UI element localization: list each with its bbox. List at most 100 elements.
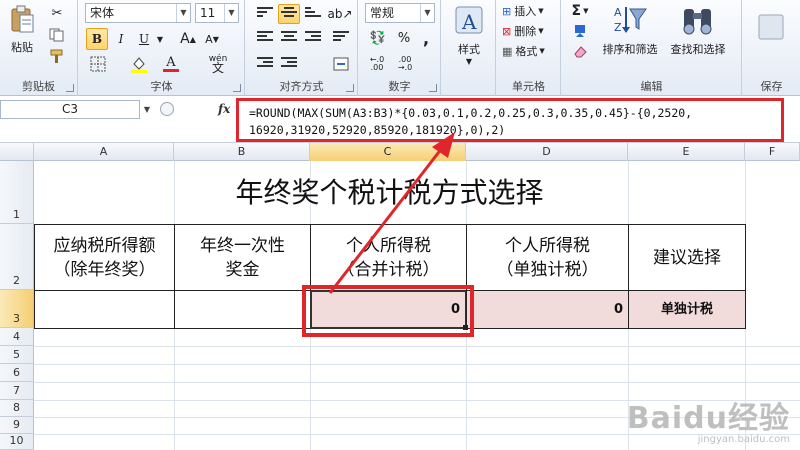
- decrease-indent-icon[interactable]: [254, 54, 276, 74]
- increase-decimal-icon[interactable]: ←.0.00: [365, 54, 389, 74]
- autosum-button[interactable]: Σ ▼: [566, 2, 594, 20]
- borders-icon[interactable]: [86, 54, 110, 74]
- currency-icon[interactable]: 💱: [365, 28, 391, 48]
- align-right-icon[interactable]: [302, 28, 324, 48]
- number-format-select[interactable]: 常规 ▼: [365, 3, 435, 23]
- svg-text:A: A: [461, 10, 477, 34]
- row-header-10[interactable]: 10: [0, 434, 34, 450]
- number-group-label: 数字: [388, 80, 411, 93]
- orientation-icon[interactable]: ab↗: [327, 4, 352, 24]
- alignment-launcher-icon[interactable]: [346, 84, 354, 92]
- cell-e3[interactable]: 单独计税: [628, 290, 746, 329]
- column-header-d[interactable]: D: [466, 143, 628, 161]
- decrease-decimal-icon[interactable]: .00 →.0: [393, 54, 417, 74]
- format-button[interactable]: ▦ 格式 ▼: [501, 42, 557, 60]
- align-middle-icon[interactable]: [278, 4, 300, 24]
- font-name-select[interactable]: 宋体 ▼: [85, 3, 191, 23]
- increase-indent-icon[interactable]: [278, 54, 300, 74]
- shrink-font-button[interactable]: A ▼: [201, 28, 223, 50]
- merge-cells-icon[interactable]: [330, 54, 352, 74]
- column-header-a[interactable]: A: [34, 143, 174, 161]
- row-header-2[interactable]: 2: [0, 224, 34, 290]
- chevron-down-icon: ▼: [224, 4, 238, 22]
- clear-icon[interactable]: [566, 42, 594, 60]
- row-header-3[interactable]: 3: [0, 290, 34, 328]
- copy-icon[interactable]: [46, 26, 68, 44]
- font-launcher-icon[interactable]: [233, 84, 241, 92]
- font-size-select[interactable]: 11 ▼: [195, 3, 239, 23]
- gridline: [34, 382, 800, 383]
- row-header-1[interactable]: 1: [0, 161, 34, 224]
- number-launcher-icon[interactable]: [429, 84, 437, 92]
- sort-filter-button[interactable]: A Z 排序和筛选: [598, 2, 662, 78]
- chevron-down-icon: ▼: [465, 57, 473, 66]
- find-select-label: 查找和选择: [670, 43, 726, 56]
- bold-button[interactable]: B: [86, 28, 108, 50]
- chevron-down-icon[interactable]: ▼: [140, 100, 154, 119]
- name-box[interactable]: C3: [0, 100, 140, 119]
- save-icon[interactable]: [751, 2, 791, 52]
- insert-button[interactable]: ⊞ 插入 ▼: [501, 2, 557, 20]
- align-center-icon[interactable]: [278, 28, 300, 48]
- chevron-down-icon[interactable]: ▼: [155, 28, 165, 50]
- grow-font-label: A: [180, 31, 190, 47]
- svg-text:A: A: [614, 6, 622, 19]
- expand-formula-icon[interactable]: [160, 102, 174, 116]
- row-header-7[interactable]: 7: [0, 382, 34, 400]
- number-format-value: 常规: [370, 6, 395, 20]
- insert-function-button[interactable]: fx: [218, 100, 238, 119]
- clipboard-launcher-icon[interactable]: [66, 84, 74, 92]
- alignment-group: ab↗ 对齐方式: [246, 0, 358, 96]
- binoculars-icon: [683, 9, 712, 35]
- find-select-button[interactable]: 查找和选择: [664, 2, 732, 78]
- delete-icon: ⊠: [502, 24, 512, 38]
- cell-b3[interactable]: [174, 290, 311, 329]
- percent-button[interactable]: %: [395, 28, 413, 48]
- align-bottom-icon[interactable]: [302, 4, 324, 24]
- select-all-corner[interactable]: [0, 143, 34, 161]
- comma-button[interactable]: ,: [417, 28, 435, 48]
- grow-font-button[interactable]: A ▲: [177, 28, 199, 50]
- font-color-button[interactable]: A: [159, 54, 183, 74]
- formula-line-1: =ROUND(MAX(SUM(A3:B3)*{0.03,0.1,0.2,0.25…: [249, 106, 693, 120]
- italic-button[interactable]: I: [111, 28, 131, 50]
- paste-icon: [11, 5, 34, 33]
- cells-group: ⊞ 插入 ▼ ⊠ 删除 ▼ ▦ 格式 ▼ 单元格: [497, 0, 561, 96]
- fill-icon[interactable]: [566, 22, 594, 40]
- column-header-b[interactable]: B: [174, 143, 310, 161]
- align-top-icon[interactable]: [254, 4, 276, 24]
- format-painter-icon[interactable]: [46, 48, 68, 66]
- phonetic-glyph-icon: 文: [211, 61, 224, 75]
- delete-button[interactable]: ⊠ 删除 ▼: [501, 22, 557, 40]
- styles-label: 样式: [458, 43, 480, 56]
- header-cell-b2[interactable]: 年终一次性 奖金: [174, 224, 311, 291]
- wrap-text-icon[interactable]: [330, 28, 352, 48]
- row-header-5[interactable]: 5: [0, 346, 34, 364]
- cell-d3[interactable]: 0: [466, 290, 629, 329]
- row-header-8[interactable]: 8: [0, 400, 34, 417]
- chevron-down-icon: ▼: [538, 27, 544, 35]
- underline-button[interactable]: U: [134, 28, 154, 50]
- header-cell-e2[interactable]: 建议选择: [628, 224, 746, 291]
- phonetic-button[interactable]: wén 文: [203, 54, 233, 75]
- column-header-f[interactable]: F: [745, 143, 800, 161]
- styles-button[interactable]: A 样式 ▼: [446, 2, 492, 78]
- cut-icon[interactable]: ✂: [46, 4, 68, 22]
- paste-button[interactable]: 粘贴: [4, 4, 40, 56]
- cell-a3[interactable]: [34, 290, 175, 329]
- formula-line-2: 16920,31920,52920,85920,181920},0),2): [249, 123, 506, 137]
- row-header-6[interactable]: 6: [0, 364, 34, 382]
- formula-input[interactable]: =ROUND(MAX(SUM(A3:B3)*{0.03,0.1,0.2,0.25…: [236, 98, 784, 142]
- header-cell-c2[interactable]: 个人所得税 （合并计税）: [310, 224, 467, 291]
- align-left-icon[interactable]: [254, 28, 276, 48]
- number-group: 常规 ▼ 💱 % , ←.0.00 .00 →.0 数字: [359, 0, 441, 96]
- column-header-e[interactable]: E: [628, 143, 745, 161]
- header-cell-a2[interactable]: 应纳税所得额 （除年终奖）: [34, 224, 175, 291]
- sheet-title[interactable]: 年终奖个税计税方式选择: [34, 162, 745, 224]
- fill-color-icon[interactable]: [127, 54, 151, 74]
- column-header-c[interactable]: C: [310, 143, 466, 161]
- header-cell-d2[interactable]: 个人所得税 （单独计税）: [466, 224, 629, 291]
- header-b-line1: 年终一次性: [200, 235, 285, 256]
- row-header-4[interactable]: 4: [0, 328, 34, 346]
- row-header-9[interactable]: 9: [0, 417, 34, 434]
